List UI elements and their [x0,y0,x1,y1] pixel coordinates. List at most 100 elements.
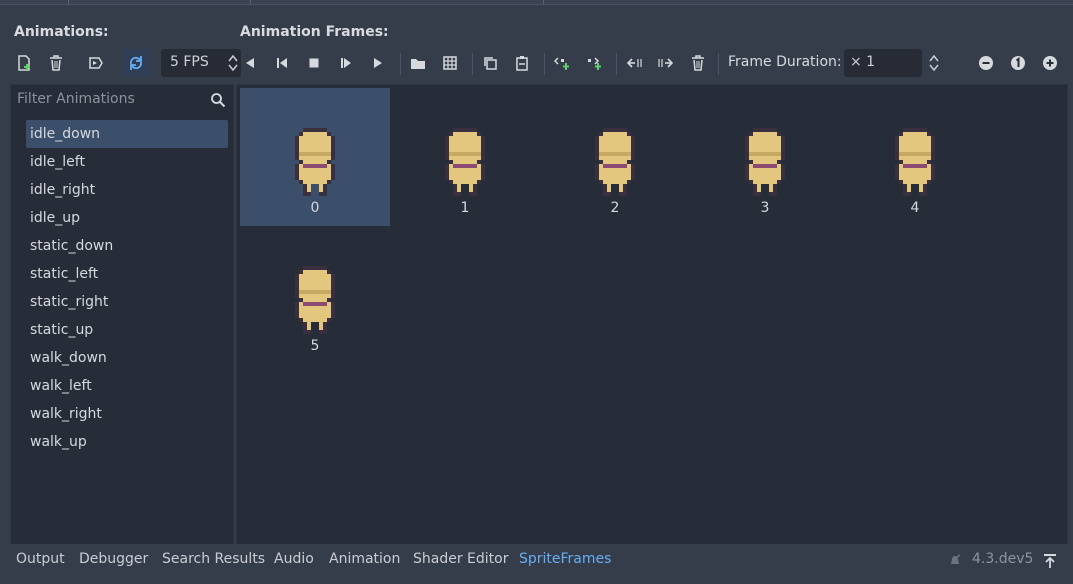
fps-spinbox[interactable]: 5 FPS [161,49,241,77]
frame-index: 1 [460,200,470,216]
insert-empty-before-button[interactable] [548,49,576,77]
tab-output[interactable]: Output [16,551,65,567]
play-backwards-from-current-icon [277,58,287,68]
tab-shader-editor[interactable]: Shader Editor [413,551,508,567]
character-sprite-icon [445,128,485,196]
play-backwards-button[interactable] [268,49,296,77]
animation-item[interactable]: idle_right [26,176,228,204]
add-frames-from-sprite-sheet-button[interactable] [436,49,464,77]
frame-duration-value: × 1 [850,54,876,70]
character-sprite-icon [595,128,635,196]
stop-button[interactable] [300,49,328,77]
autoplay-on-load-button[interactable] [82,49,110,77]
frame-index: 3 [760,200,770,216]
copy-icon [484,57,497,70]
frame-item[interactable]: 5 [240,226,390,364]
frame-item[interactable]: 0 [240,88,390,226]
insert-empty-after-button[interactable] [580,49,608,77]
animation-frames-title: Animation Frames: [240,24,389,40]
frame-duration-label: Frame Duration: [728,54,842,70]
character-sprite-icon [295,266,335,334]
loop-icon [129,56,143,70]
zoom-reset-icon [1011,56,1025,70]
loop-toggle-button[interactable] [122,49,150,77]
frame-index: 0 [310,200,320,216]
character-sprite-icon [895,128,935,196]
frame-index: 5 [310,338,320,354]
tab-search-results[interactable]: Search Results [162,551,265,567]
frame-item[interactable]: 4 [840,88,990,226]
play-backwards-from-end-button[interactable] [236,49,264,77]
delete-animation-button[interactable] [42,49,70,77]
animations-panel: Filter Animations idle_down idle_left id… [10,84,234,548]
trash-icon [692,55,704,71]
zoom-in-button[interactable] [1036,49,1064,77]
animations-title: Animations: [14,24,109,40]
animation-item[interactable]: idle_down [26,120,228,148]
character-sprite-icon [745,128,785,196]
move-frame-right-button[interactable] [652,49,680,77]
spin-arrows-icon [929,54,939,72]
new-file-icon [18,55,30,71]
frames-panel: 0 1 2 3 4 5 [236,84,1068,548]
zoom-in-icon [1043,56,1057,70]
frame-item[interactable]: 1 [390,88,540,226]
move-left-icon [626,58,642,68]
frame-index: 2 [610,200,620,216]
move-right-icon [658,58,674,68]
filter-animations-input[interactable]: Filter Animations [14,87,230,113]
character-sprite-icon [295,128,335,196]
top-panel-edge [0,0,1073,5]
play-from-current-button[interactable] [332,49,360,77]
play-backwards-icon [246,58,254,68]
animation-item[interactable]: idle_left [26,148,228,176]
spriteframes-editor: Animations: Animation Frames: 5 FPS Filt… [0,6,1073,548]
zoom-reset-button[interactable] [1004,49,1032,77]
grid-icon [443,56,457,70]
play-from-current-icon [341,58,351,68]
frame-duration-spinbox[interactable]: × 1 [844,49,939,77]
tab-spriteframes[interactable]: SpriteFrames [519,551,611,567]
play-button[interactable] [364,49,392,77]
fps-value: 5 FPS [170,54,209,70]
animation-item[interactable]: walk_left [26,372,228,400]
filter-placeholder: Filter Animations [17,91,135,107]
zoom-out-button[interactable] [972,49,1000,77]
version-label: 4.3.dev5 [972,551,1034,567]
new-animation-button[interactable] [10,49,38,77]
zoom-out-icon [979,56,993,70]
animation-item[interactable]: static_down [26,232,228,260]
notification-bell-icon[interactable] [948,554,962,568]
stop-icon [309,58,319,68]
animation-item[interactable]: walk_right [26,400,228,428]
animation-item[interactable]: static_left [26,260,228,288]
pin-panel-icon[interactable] [1042,553,1058,569]
copy-frame-button[interactable] [476,49,504,77]
animation-item[interactable]: static_up [26,316,228,344]
animation-item[interactable]: idle_up [26,204,228,232]
frames-toolbar: Frame Duration: × 1 [236,46,1066,80]
tab-animation[interactable]: Animation [329,551,400,567]
paste-frame-button[interactable] [508,49,536,77]
animation-list: idle_down idle_left idle_right idle_up s… [26,120,228,456]
tab-debugger[interactable]: Debugger [79,551,148,567]
autoplay-icon [89,57,103,69]
delete-frame-button[interactable] [684,49,712,77]
tab-audio[interactable]: Audio [274,551,314,567]
animation-item[interactable]: walk_down [26,344,228,372]
frame-item[interactable]: 2 [540,88,690,226]
trash-icon [50,55,62,71]
search-icon [211,93,226,108]
insert-before-icon [554,57,569,70]
frame-index: 4 [910,200,920,216]
animations-toolbar: 5 FPS [10,46,241,80]
insert-after-icon [588,57,601,70]
animation-item[interactable]: walk_up [26,428,228,456]
frame-item[interactable]: 3 [690,88,840,226]
move-frame-left-button[interactable] [620,49,648,77]
add-frame-from-file-button[interactable] [404,49,432,77]
paste-icon [516,56,528,71]
bottom-panel-tabs: Output Debugger Search Results Audio Ani… [0,544,1073,584]
animation-item[interactable]: static_right [26,288,228,316]
play-icon [374,58,382,68]
